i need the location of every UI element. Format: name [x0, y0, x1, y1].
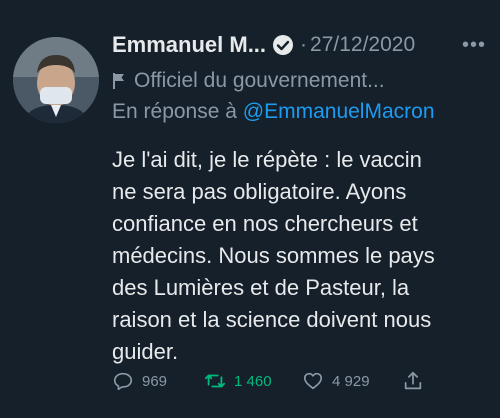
tweet-body: Je l'ai dit, je le répète : le vaccin ne… — [112, 144, 482, 368]
account-label-text: Officiel du gouvernement... — [134, 69, 385, 92]
retweet-icon — [204, 374, 226, 388]
government-flag-icon — [112, 72, 126, 90]
tweet-body-line: des Lumières et de Pasteur, la — [112, 275, 410, 300]
tweet-body-line: Je l'ai dit, je le répète : le vaccin — [112, 147, 422, 172]
tweet-date[interactable]: 27/12/2020 — [310, 33, 415, 57]
tweet-header: Emmanuel M... · 27/12/2020 ••• — [112, 28, 492, 62]
share-icon — [404, 371, 422, 390]
reply-context: En réponse à @EmmanuelMacron — [112, 100, 492, 130]
separator: · — [300, 33, 308, 56]
like-button[interactable]: 4 929 — [302, 370, 402, 392]
reply-handle-link[interactable]: @EmmanuelMacron — [243, 100, 435, 123]
heart-icon — [303, 372, 323, 390]
reply-button[interactable]: 969 — [112, 370, 204, 392]
tweet[interactable]: Emmanuel M... · 27/12/2020 ••• Officiel … — [0, 0, 500, 418]
tweet-body-line: raison et la science doivent nous — [112, 307, 432, 332]
tweet-body-line: confiance en nos chercheurs et — [112, 211, 418, 236]
reply-prefix: En réponse à — [112, 100, 237, 123]
more-options-icon[interactable]: ••• — [462, 34, 486, 57]
tweet-content: Emmanuel M... · 27/12/2020 ••• Officiel … — [112, 28, 492, 368]
tweet-actions: 969 1 460 4 929 — [112, 366, 492, 396]
account-label: Officiel du gouvernement... — [112, 64, 492, 98]
avatar[interactable] — [13, 37, 99, 123]
tweet-body-line: guider. — [112, 339, 179, 364]
reply-count: 969 — [142, 372, 168, 390]
tweet-body-line: ne sera pas obligatoire. Ayons — [112, 179, 407, 204]
share-button[interactable] — [402, 370, 432, 392]
reply-icon — [113, 372, 133, 391]
tweet-body-line: médecins. Nous sommes le pays — [112, 243, 435, 268]
retweet-button[interactable]: 1 460 — [204, 370, 302, 392]
verified-badge-icon — [272, 34, 294, 56]
like-count: 4 929 — [332, 372, 370, 390]
avatar-photo — [13, 37, 99, 123]
retweet-count: 1 460 — [234, 372, 272, 390]
display-name[interactable]: Emmanuel M... — [112, 32, 266, 58]
